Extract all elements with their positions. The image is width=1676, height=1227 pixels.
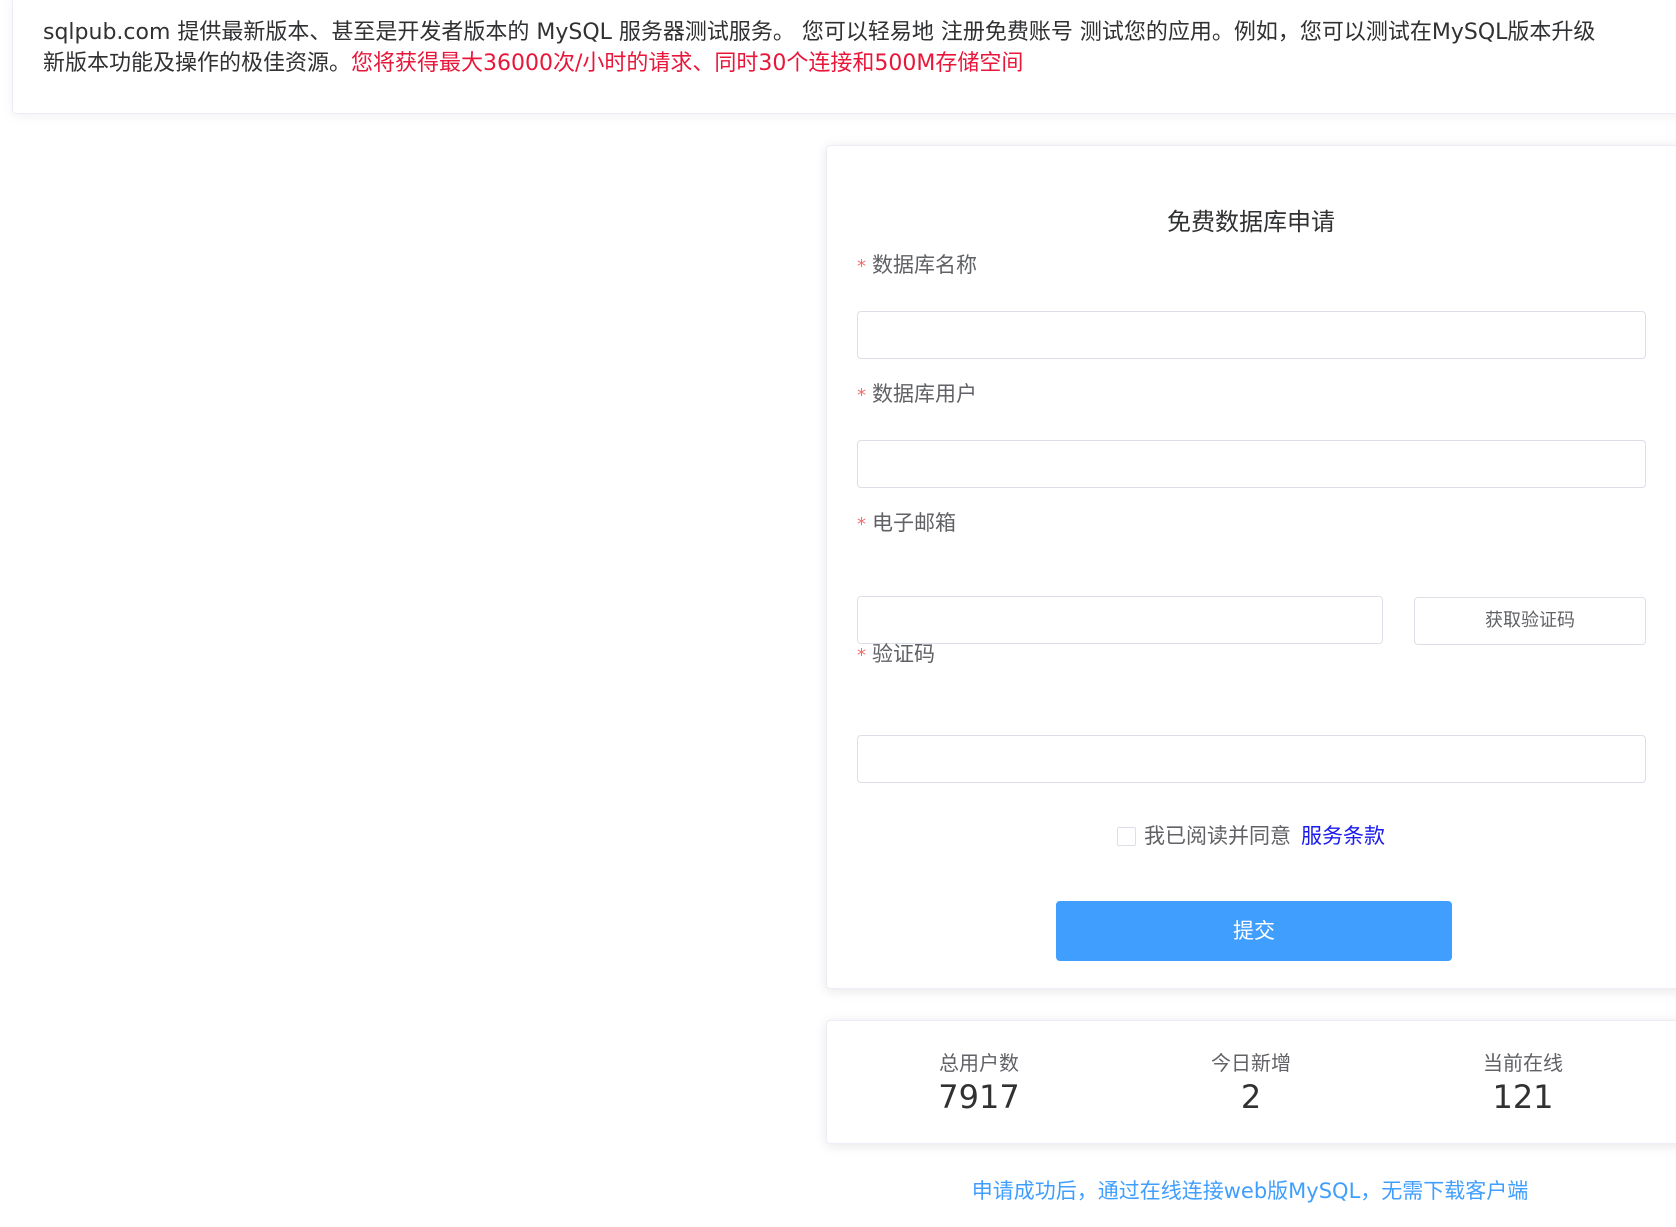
stats-card: 总用户数 7917 今日新增 2 当前在线 121 xyxy=(826,1020,1676,1144)
intro-line-2: 新版本功能及操作的极佳资源。您将获得最大36000次/小时的请求、同时30个连接… xyxy=(43,48,1676,79)
terms-link[interactable]: 服务条款 xyxy=(1301,824,1385,848)
agree-checkbox[interactable] xyxy=(1117,827,1136,846)
intro-quota-highlight: 您将获得最大36000次/小时的请求、同时30个连接和500M存储空间 xyxy=(351,51,1024,76)
db-name-label: * 数据库名称 xyxy=(857,249,977,279)
db-user-label: * 数据库用户 xyxy=(857,378,977,408)
stat-online: 当前在线 121 xyxy=(1423,1051,1623,1117)
email-label: * 电子邮箱 xyxy=(857,507,956,537)
db-user-label-text: 数据库用户 xyxy=(872,382,977,406)
agree-text: 我已阅读并同意 xyxy=(1144,824,1291,848)
code-input[interactable] xyxy=(857,735,1646,783)
db-user-input[interactable] xyxy=(857,440,1646,488)
stat-label: 当前在线 xyxy=(1483,1051,1563,1075)
get-code-button[interactable]: 获取验证码 xyxy=(1414,597,1646,645)
email-input[interactable] xyxy=(857,596,1383,644)
stat-value: 2 xyxy=(1240,1078,1262,1116)
required-mark: * xyxy=(857,645,866,666)
db-application-form: 免费数据库申请 * 数据库名称 * 数据库用户 * 电子邮箱 获取验证码 * 验证码 我… xyxy=(826,145,1676,989)
intro-card: sqlpub.com 提供最新版本、甚至是开发者版本的 MySQL 服务器测试服… xyxy=(12,0,1676,114)
submit-button[interactable]: 提交 xyxy=(1056,901,1452,961)
form-title: 免费数据库申请 xyxy=(1167,208,1335,236)
stat-today-new: 今日新增 2 xyxy=(1151,1051,1351,1117)
db-name-label-text: 数据库名称 xyxy=(872,253,977,277)
stat-total-users: 总用户数 7917 xyxy=(879,1051,1079,1117)
db-name-input[interactable] xyxy=(857,311,1646,359)
intro-text: sqlpub.com 提供最新版本、甚至是开发者版本的 MySQL 服务器测试服… xyxy=(43,17,1676,79)
intro-line-2-prefix: 新版本功能及操作的极佳资源。 xyxy=(43,51,352,76)
stat-label: 总用户数 xyxy=(939,1051,1019,1075)
stat-label: 今日新增 xyxy=(1211,1051,1291,1075)
intro-line-1: sqlpub.com 提供最新版本、甚至是开发者版本的 MySQL 服务器测试服… xyxy=(43,20,1596,45)
required-mark: * xyxy=(857,514,866,535)
agree-row: 我已阅读并同意 服务条款 xyxy=(827,820,1675,850)
required-mark: * xyxy=(857,385,866,406)
footer-note: 申请成功后，通过在线连接web版MySQL，无需下载客户端 xyxy=(971,1179,1529,1203)
required-mark: * xyxy=(857,256,866,277)
email-label-text: 电子邮箱 xyxy=(872,511,956,535)
code-label: * 验证码 xyxy=(857,638,935,668)
stat-value: 7917 xyxy=(938,1078,1020,1116)
stat-value: 121 xyxy=(1492,1078,1554,1116)
code-label-text: 验证码 xyxy=(872,642,935,666)
